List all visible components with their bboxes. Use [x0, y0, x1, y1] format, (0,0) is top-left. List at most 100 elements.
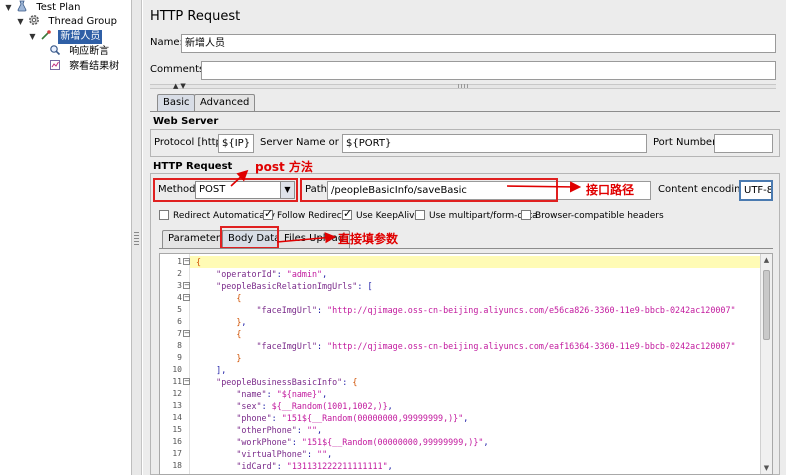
fold-toggle-icon[interactable]: − — [183, 282, 190, 289]
divider-grip[interactable] — [458, 84, 470, 88]
use-multipart-checkbox[interactable]: Use multipart/form-data — [415, 210, 538, 222]
code-line[interactable]: "phone": "151${__Random(00000000,9999999… — [196, 412, 468, 424]
pane-splitter[interactable] — [132, 0, 142, 475]
checkbox-box[interactable] — [159, 210, 169, 220]
checkbox-label: Redirect Automatically — [173, 211, 275, 221]
code-line[interactable]: { — [196, 292, 241, 304]
pipette-icon — [41, 30, 51, 40]
code-line[interactable]: { — [196, 328, 241, 340]
server-name-input[interactable]: ${PORT} — [342, 134, 647, 153]
magnifier-icon — [50, 45, 61, 56]
port-number-label: Port Number: — [653, 137, 720, 148]
code-line[interactable]: "sex": ${__Random(1001,1002,)}, — [196, 400, 392, 412]
tree-collapse-toggle[interactable]: ▼ — [28, 30, 37, 44]
code-line[interactable]: "workPhone": "151${__Random(00000000,999… — [196, 436, 488, 448]
checkbox-box[interactable] — [342, 208, 352, 220]
divider-expand-arrows[interactable]: ▲▼ — [173, 82, 188, 90]
method-highlight-box — [153, 178, 298, 202]
name-label: Name: — [150, 37, 183, 48]
checkbox-label: Use KeepAlive — [356, 211, 420, 221]
checkbox-box[interactable] — [415, 210, 425, 220]
checkbox-label: Browser-compatible headers — [535, 211, 664, 221]
code-line[interactable]: }, — [196, 316, 246, 328]
content-encoding-label: Content encoding: — [658, 184, 751, 195]
splitter-grip[interactable] — [134, 232, 139, 246]
annotation-body-params: 直接填参数 — [338, 232, 399, 246]
port-number-input[interactable] — [714, 134, 773, 153]
tree-node-view-results-tree[interactable]: 察看结果树 — [49, 59, 121, 73]
body-data-editor[interactable]: 1−2 3−4−5 6 7−8 9 10 11−12 13 14 15 16 17 18 { "oper… — [159, 253, 773, 475]
line-number-gutter: 1−2 3−4−5 6 7−8 9 10 11−12 13 14 15 16 17 18 — [160, 254, 190, 474]
code-line[interactable]: ], — [196, 364, 226, 376]
content-encoding-input[interactable]: UTF-8 — [739, 180, 773, 201]
gear-icon — [29, 15, 40, 25]
tree-collapse-toggle[interactable]: ▼ — [16, 15, 25, 29]
protocol-input[interactable]: ${IP} — [218, 134, 254, 153]
fold-toggle-icon[interactable]: − — [183, 294, 190, 301]
line-number: 17 — [172, 449, 182, 458]
line-number: 16 — [172, 437, 182, 446]
comments-input[interactable] — [201, 61, 776, 80]
code-line[interactable]: "otherPhone": "", — [196, 424, 322, 436]
chart-icon — [50, 60, 60, 70]
test-plan-icon — [17, 0, 27, 12]
code-line[interactable]: "virtualPhone": "", — [196, 448, 332, 460]
tree-label: Test Plan — [36, 2, 81, 13]
tree-label: Thread Group — [48, 16, 117, 27]
scroll-down-arrow-icon[interactable]: ▼ — [761, 462, 772, 474]
checkbox-box[interactable] — [521, 210, 531, 220]
code-line[interactable]: "name": "${name}", — [196, 388, 327, 400]
subtab-underline — [159, 248, 773, 249]
code-line[interactable]: "peopleBasicRelationImgUrls": [ — [196, 280, 372, 292]
code-line[interactable]: "peopleBusinessBasicInfo": { — [196, 376, 357, 388]
tree-label: 察看结果树 — [69, 61, 120, 72]
editor-vertical-scrollbar[interactable]: ▲ ▼ — [760, 254, 772, 474]
tab-advanced[interactable]: Advanced — [194, 94, 256, 112]
tree-node-response-assertion[interactable]: 响应断言 — [49, 44, 111, 58]
tree-label: 新增人员 — [58, 30, 103, 44]
line-number: 12 — [172, 389, 182, 398]
server-name-label: Server Name or IP: — [260, 137, 355, 148]
redirect-automatically-checkbox[interactable]: Redirect Automatically — [159, 210, 275, 222]
tree-collapse-toggle[interactable]: ▼ — [4, 1, 13, 15]
scroll-thumb[interactable] — [763, 270, 770, 340]
annotation-path: 接口路径 — [586, 183, 635, 197]
line-number: 5 — [177, 305, 182, 314]
line-number: 10 — [172, 365, 182, 374]
comments-label: Comments: — [150, 64, 208, 75]
tree-node-thread-group[interactable]: ▼ Thread Group — [16, 14, 119, 28]
name-input[interactable]: 新增人员 — [181, 34, 776, 53]
tab-basic[interactable]: Basic — [157, 94, 196, 112]
scroll-up-arrow-icon[interactable]: ▲ — [761, 254, 772, 266]
web-server-title: Web Server — [153, 116, 219, 127]
http-request-title: HTTP Request — [153, 161, 233, 172]
code-line[interactable]: "operatorId": "admin", — [196, 268, 327, 280]
line-number: 2 — [177, 269, 182, 278]
use-keepalive-checkbox[interactable]: Use KeepAlive — [342, 208, 420, 222]
code-line[interactable]: "faceImgUrl": "http://qjimage.oss-cn-bei… — [196, 340, 736, 352]
line-number: 15 — [172, 425, 182, 434]
code-line[interactable]: { — [196, 256, 201, 268]
code-line[interactable]: "faceImgUrl": "http://qjimage.oss-cn-bei… — [196, 304, 736, 316]
code-line[interactable]: "idCard": "131131222211111111", — [196, 460, 392, 472]
current-line-highlight — [190, 256, 760, 268]
test-plan-tree[interactable]: ▼ Test Plan ▼ Thread Group ▼ 新增人员 响应断言 察… — [0, 0, 132, 475]
line-number: 6 — [177, 317, 182, 326]
tab-underline — [150, 111, 780, 112]
browser-compatible-headers-checkbox[interactable]: Browser-compatible headers — [521, 210, 664, 222]
fold-toggle-icon[interactable]: − — [183, 378, 190, 385]
follow-redirects-checkbox[interactable]: Follow Redirects — [263, 208, 350, 222]
checkbox-box[interactable] — [263, 208, 273, 220]
line-number: 7 — [177, 329, 182, 338]
line-number: 18 — [172, 461, 182, 470]
fold-toggle-icon[interactable]: − — [183, 258, 190, 265]
http-request-panel: HTTP Request Name: 新增人员 Comments: ▲▼ Bas… — [143, 0, 786, 475]
body-data-highlight-box — [220, 226, 279, 249]
fold-toggle-icon[interactable]: − — [183, 330, 190, 337]
code-line[interactable]: } — [196, 352, 241, 364]
line-number: 4 — [177, 293, 182, 302]
tree-label: 响应断言 — [69, 46, 110, 57]
line-number: 1 — [177, 257, 182, 266]
tree-node-http-request[interactable]: ▼ 新增人员 — [28, 29, 103, 44]
tree-node-test-plan[interactable]: ▼ Test Plan — [4, 0, 83, 14]
